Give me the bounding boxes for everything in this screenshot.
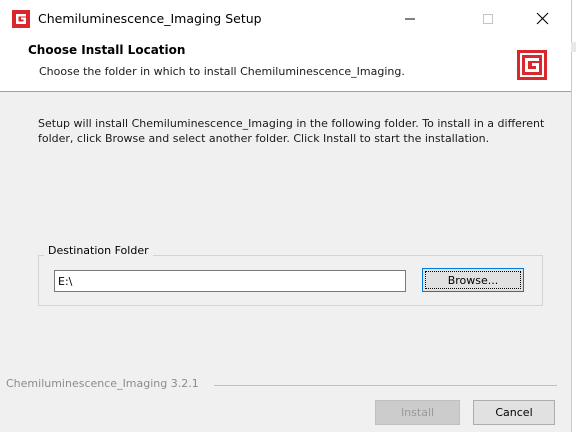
close-button[interactable] xyxy=(519,0,565,37)
install-description: Setup will install Chemiluminescence_Ima… xyxy=(38,117,545,145)
cancel-button[interactable]: Cancel xyxy=(473,400,555,425)
browse-button-label: Browse... xyxy=(425,271,521,289)
title-bar[interactable]: Chemiluminescence_Imaging Setup xyxy=(0,0,571,37)
footer-divider xyxy=(214,385,557,386)
footer-brand-text: Chemiluminescence_Imaging 3.2.1 xyxy=(6,377,199,390)
page-title: Choose Install Location xyxy=(28,43,186,57)
window-title: Chemiluminescence_Imaging Setup xyxy=(38,11,262,26)
maximize-button[interactable] xyxy=(465,0,511,37)
destination-group-label: Destination Folder xyxy=(44,244,153,257)
maximize-icon xyxy=(483,13,493,24)
header-logo-icon xyxy=(517,50,547,80)
install-button[interactable]: Install xyxy=(375,400,460,425)
app-logo-icon xyxy=(12,10,30,28)
close-icon xyxy=(536,12,548,25)
browse-button[interactable]: Browse... xyxy=(422,268,524,292)
page-subtitle: Choose the folder in which to install Ch… xyxy=(39,65,405,78)
installer-window: Chemiluminescence_Imaging Setup Choose I… xyxy=(0,0,572,432)
destination-path-input[interactable] xyxy=(54,270,406,292)
minimize-icon xyxy=(405,18,415,19)
background-window-fragment xyxy=(571,42,576,52)
minimize-button[interactable] xyxy=(387,0,433,37)
page-header: Choose Install Location Choose the folde… xyxy=(0,37,571,92)
